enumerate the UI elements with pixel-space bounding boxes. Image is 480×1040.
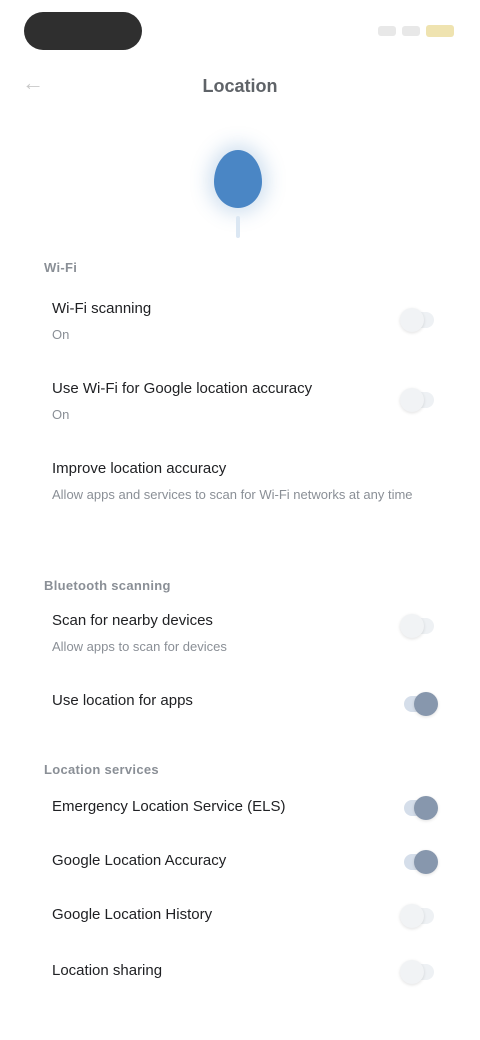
setting-title: Location sharing	[52, 962, 163, 979]
setting-row[interactable]: Google Location History	[52, 906, 432, 923]
setting-row[interactable]: Use Wi-Fi for Google location accuracy O…	[52, 380, 432, 425]
setting-row[interactable]: Improve location accuracy Allow apps and…	[52, 460, 432, 505]
setting-title: Improve location accuracy	[52, 460, 227, 477]
setting-subtitle: On	[52, 327, 70, 342]
page-title: Location	[202, 76, 278, 96]
signal-icon	[378, 26, 396, 36]
setting-subtitle: Allow apps and services to scan for Wi-F…	[52, 487, 413, 502]
setting-title: Emergency Location Service (ELS)	[52, 798, 286, 815]
setting-title: Wi-Fi scanning	[52, 300, 152, 317]
setting-row[interactable]: Google Location Accuracy	[52, 852, 432, 869]
setting-title: Google Location History	[52, 906, 213, 923]
setting-subtitle: On	[52, 407, 70, 422]
section-header-services: Location services	[44, 762, 159, 777]
battery-icon	[426, 25, 454, 37]
toggle-bluetooth-scanning[interactable]	[400, 614, 434, 638]
setting-row[interactable]: Emergency Location Service (ELS)	[52, 798, 432, 815]
toggle-location-accuracy[interactable]	[404, 850, 438, 874]
wifi-icon	[402, 26, 420, 36]
setting-row[interactable]: Location sharing	[52, 962, 432, 979]
setting-title: Use location for apps	[52, 692, 193, 709]
setting-subtitle: Allow apps to scan for devices	[52, 639, 227, 654]
toggle-els[interactable]	[404, 796, 438, 820]
toggle-wifi-accuracy[interactable]	[400, 388, 434, 412]
toggle-location-sharing[interactable]	[400, 960, 434, 984]
setting-row[interactable]: Wi-Fi scanning On	[52, 300, 432, 345]
toggle-wifi-scanning[interactable]	[400, 308, 434, 332]
setting-title: Scan for nearby devices	[52, 612, 213, 629]
toggle-location-history[interactable]	[400, 904, 434, 928]
setting-row[interactable]: Use location for apps	[52, 692, 432, 709]
setting-row[interactable]: Scan for nearby devices Allow apps to sc…	[52, 612, 432, 657]
status-icons	[378, 24, 454, 38]
setting-title: Use Wi-Fi for Google location accuracy	[52, 380, 313, 397]
section-header-wifi: Wi-Fi	[44, 260, 78, 275]
location-pin-icon	[200, 140, 280, 250]
toggle-use-location[interactable]	[404, 692, 438, 716]
status-time-pill	[24, 12, 142, 50]
status-bar	[0, 0, 480, 62]
section-header-bluetooth: Bluetooth scanning	[44, 578, 171, 593]
setting-title: Google Location Accuracy	[52, 852, 227, 869]
